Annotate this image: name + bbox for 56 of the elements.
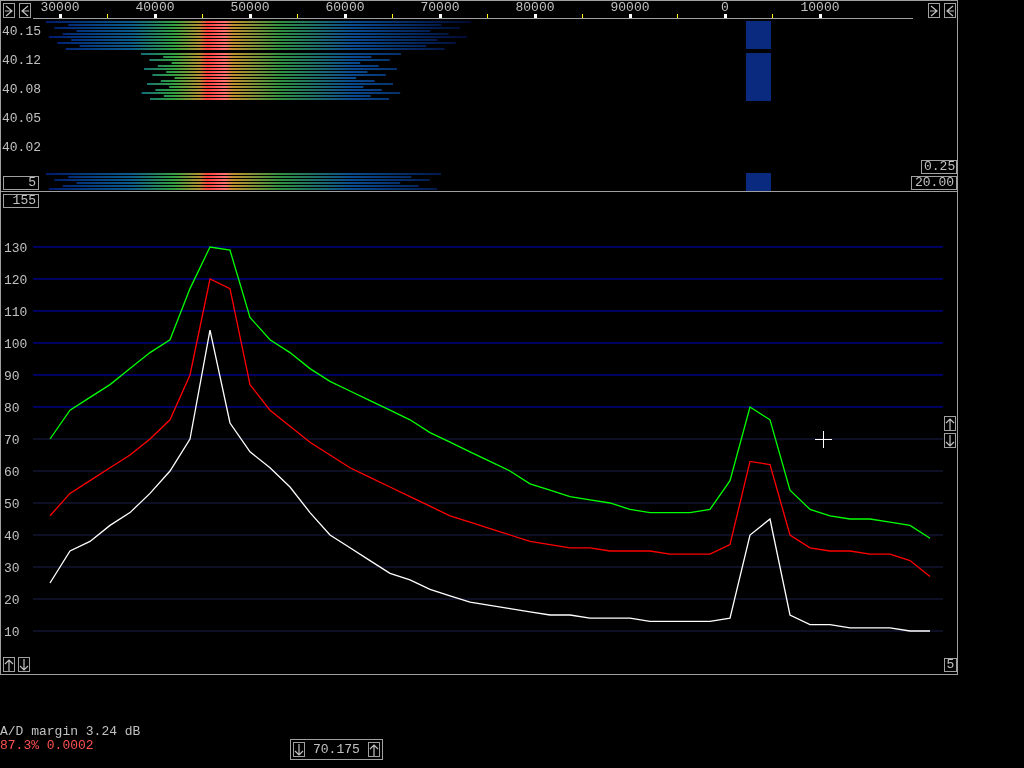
y-tick-label: 120 bbox=[4, 273, 28, 288]
value-box[interactable]: 5 bbox=[944, 658, 957, 672]
value-box[interactable]: 5 bbox=[3, 176, 39, 190]
y-tick-label: 80 bbox=[4, 401, 20, 416]
time-label: 40.05 bbox=[2, 112, 41, 126]
time-label: 40.12 bbox=[2, 54, 41, 68]
arrow-left-icon bbox=[20, 4, 30, 17]
frequency-down-button[interactable] bbox=[293, 742, 305, 757]
overload-text: 87.3% 0.0002 bbox=[0, 739, 95, 753]
y-tick-label: 70 bbox=[4, 433, 20, 448]
y-tick-label: 30 bbox=[4, 561, 20, 576]
down-arrow-icon bbox=[945, 434, 955, 447]
crosshair-icon bbox=[815, 431, 832, 448]
y-tick-label: 50 bbox=[4, 497, 20, 512]
y-tick-label: 110 bbox=[4, 305, 28, 320]
frequency-label: 50000 bbox=[229, 1, 271, 14]
scale-up-button[interactable] bbox=[944, 416, 956, 431]
scale-up-button[interactable] bbox=[3, 657, 15, 672]
frequency-label: 10000 bbox=[799, 1, 841, 14]
y-tick-label: 20 bbox=[4, 593, 20, 608]
value-box[interactable]: 0.25 bbox=[921, 160, 957, 174]
frequency-up-button[interactable] bbox=[367, 742, 380, 757]
time-label: 40.08 bbox=[2, 83, 41, 97]
time-label: 40.15 bbox=[2, 25, 41, 39]
ad-margin-text: A/D margin 3.24 dB bbox=[0, 725, 142, 739]
up-arrow-icon bbox=[4, 658, 14, 671]
arrow-left-icon bbox=[945, 4, 955, 17]
y-tick-label: 10 bbox=[4, 625, 20, 640]
up-arrow-icon bbox=[945, 417, 955, 430]
scroll-right-button[interactable] bbox=[3, 3, 15, 18]
y-tick-label: 100 bbox=[4, 337, 28, 352]
frequency-label: 70000 bbox=[419, 1, 461, 14]
frequency-value: 70.175 bbox=[313, 742, 360, 757]
arrow-right-icon bbox=[4, 4, 14, 17]
up-arrow-icon bbox=[368, 743, 379, 756]
frequency-label: 30000 bbox=[39, 1, 81, 14]
frequency-label: 90000 bbox=[609, 1, 651, 14]
y-tick-label: 60 bbox=[4, 465, 20, 480]
frequency-label: 40000 bbox=[134, 1, 176, 14]
value-box[interactable]: 155 bbox=[3, 194, 39, 208]
down-arrow-icon bbox=[294, 743, 304, 756]
y-tick-label: 130 bbox=[4, 241, 28, 256]
frequency-label: 0 bbox=[720, 1, 730, 14]
y-tick-label: 90 bbox=[4, 369, 20, 384]
scale-down-button[interactable] bbox=[18, 657, 30, 672]
scroll-left-button[interactable] bbox=[944, 3, 956, 18]
scroll-left-button[interactable] bbox=[19, 3, 31, 18]
arrow-right-icon bbox=[929, 4, 939, 17]
frequency-label: 60000 bbox=[324, 1, 366, 14]
scale-down-button[interactable] bbox=[944, 433, 956, 448]
scroll-right-button[interactable] bbox=[928, 3, 940, 18]
value-box[interactable]: 20.00 bbox=[911, 176, 957, 190]
y-tick-label: 40 bbox=[4, 529, 20, 544]
down-arrow-icon bbox=[19, 658, 29, 671]
time-label: 40.02 bbox=[2, 141, 41, 155]
frequency-label: 80000 bbox=[514, 1, 556, 14]
